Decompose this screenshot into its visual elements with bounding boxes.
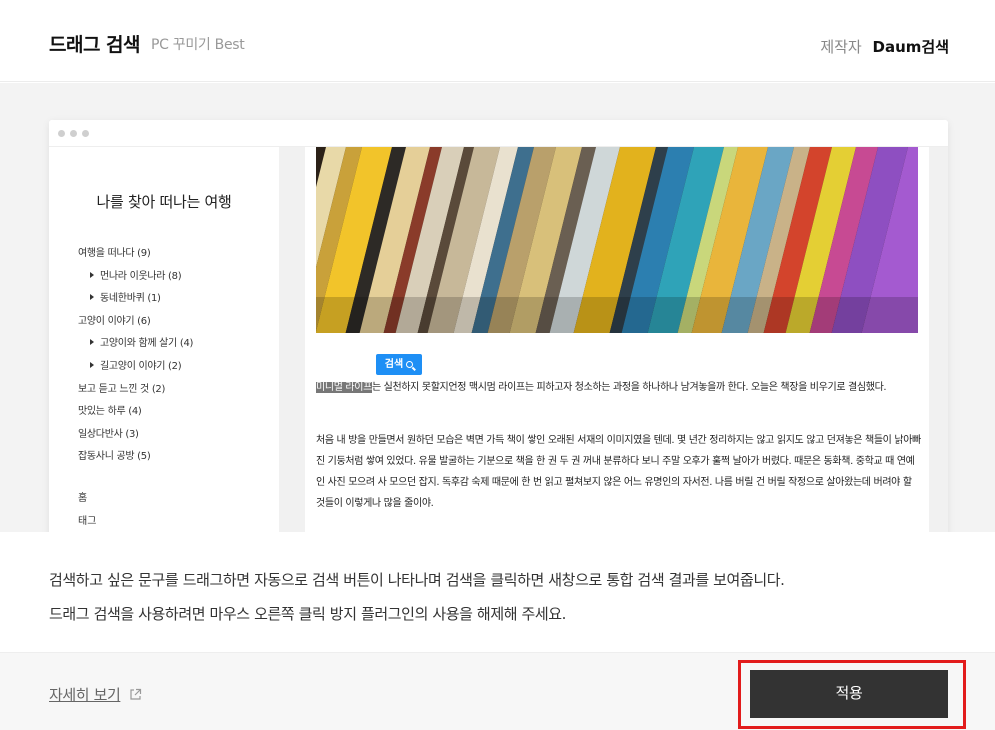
- bookshelf-image: [316, 147, 918, 333]
- subcategory-item: 동네한바퀴 (1): [78, 288, 268, 311]
- sidebar-links: 홈 태그: [78, 487, 96, 532]
- apply-button-highlight: 적용: [738, 660, 966, 729]
- category-item: 고양이 이야기 (6): [78, 315, 151, 327]
- maker-label: 제작자: [820, 38, 862, 56]
- plugin-title: 드래그 검색: [49, 34, 141, 56]
- category-item: 여행을 떠나다 (9): [78, 248, 151, 259]
- maker-info: 제작자 Daum검색: [820, 36, 949, 57]
- subcategory-item: 먼나라 이웃나라 (8): [78, 266, 268, 289]
- footer-bar: 자세히 보기 적용: [0, 652, 995, 730]
- category-item: 맛있는 하루 (4): [78, 406, 142, 418]
- window-dot-icon: [82, 130, 89, 137]
- description-line-2: 드래그 검색을 사용하려면 마우스 오른쪽 클릭 방지 플러그인의 사용을 해제…: [49, 605, 567, 623]
- sidebar-link-home: 홈: [78, 493, 88, 504]
- search-icon: [406, 361, 414, 368]
- category-item: 보고 듣고 느낀 것 (2): [78, 383, 166, 395]
- selected-text-highlight: 미니멀 라이프: [316, 382, 372, 393]
- window-dot-icon: [58, 130, 65, 137]
- blog-post: 검색 미니멀 라이프는 실천하지 못할지언정 맥시멈 라이프는 피하고자 청소하…: [305, 147, 929, 532]
- preview-stage: 나를 찾아 떠나는 여행 여행을 떠나다 (9) 먼나라 이웃나라 (8) 동네…: [0, 83, 995, 532]
- maker-name: Daum검색: [872, 38, 949, 56]
- category-item: 일상다반사 (3): [78, 428, 139, 440]
- paragraph-1-text: 는 실천하지 못할지언정 맥시멈 라이프는 피하고자 청소하는 과정을 하나하나…: [371, 382, 887, 393]
- category-list: 여행을 떠나다 (9) 먼나라 이웃나라 (8) 동네한바퀴 (1) 고양이 이…: [78, 243, 268, 469]
- external-link-icon: [130, 688, 142, 700]
- subcategory-item: 길고양이 이야기 (2): [78, 356, 268, 379]
- preview-browser-window: 나를 찾아 떠나는 여행 여행을 떠나다 (9) 먼나라 이웃나라 (8) 동네…: [49, 120, 948, 532]
- plugin-category: PC 꾸미기 Best: [151, 37, 245, 53]
- browser-title-bar: [49, 120, 948, 147]
- blog-preview: 나를 찾아 떠나는 여행 여행을 떠나다 (9) 먼나라 이웃나라 (8) 동네…: [49, 147, 948, 532]
- blog-title: 나를 찾아 떠나는 여행: [96, 193, 232, 211]
- window-dot-icon: [70, 130, 77, 137]
- page-header: 드래그 검색 PC 꾸미기 Best 제작자 Daum검색: [0, 0, 995, 82]
- subcategory-item: 고양이와 함께 살기 (4): [78, 333, 268, 356]
- sidebar-link-tag: 태그: [78, 516, 97, 527]
- apply-button[interactable]: 적용: [750, 670, 948, 718]
- blog-sidebar: 나를 찾아 떠나는 여행 여행을 떠나다 (9) 먼나라 이웃나라 (8) 동네…: [49, 147, 279, 532]
- search-button-label: 검색: [384, 359, 404, 370]
- drag-search-button[interactable]: 검색: [376, 354, 422, 375]
- plugin-description: 검색하고 싶은 문구를 드래그하면 자동으로 검색 버튼이 나타나며 검색을 클…: [49, 563, 785, 631]
- view-details-link[interactable]: 자세히 보기: [49, 684, 121, 705]
- category-item: 잡동사니 공방 (5): [78, 451, 151, 463]
- post-paragraph-1: 미니멀 라이프는 실천하지 못할지언정 맥시멈 라이프는 피하고자 청소하는 과…: [316, 377, 921, 398]
- post-paragraph-2: 처음 내 방을 만들면서 원하던 모습은 벽면 가득 책이 쌓인 오래된 서재의…: [316, 435, 921, 509]
- description-line-1: 검색하고 싶은 문구를 드래그하면 자동으로 검색 버튼이 나타나며 검색을 클…: [49, 571, 785, 589]
